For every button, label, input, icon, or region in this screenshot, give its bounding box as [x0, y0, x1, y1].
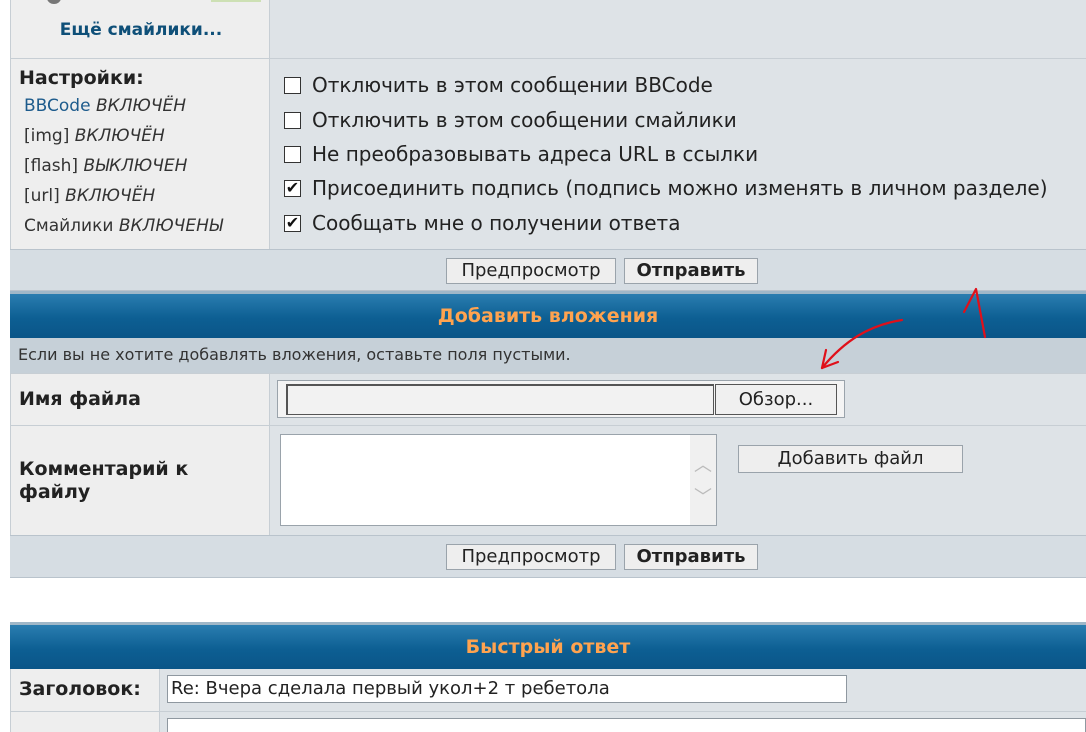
settings-flash: [flash] ВЫКЛЮЧЕН: [24, 156, 187, 176]
option-label: Сообщать мне о получении ответа: [312, 211, 681, 235]
filename-input-cell: Обзор...: [270, 373, 1086, 425]
chevron-down-icon[interactable]: ﹀: [690, 483, 716, 509]
subject-input-cell: Re: Вчера сделала первый укол+2 т ребето…: [160, 669, 1086, 711]
option-disable-bbcode[interactable]: Отключить в этом сообщении BBCode: [284, 73, 713, 97]
submit-button[interactable]: Отправить: [624, 544, 758, 570]
options-cell: Отключить в этом сообщении BBCode Отключ…: [270, 59, 1086, 249]
settings-title: Настройки:: [19, 67, 144, 89]
check-icon: ✔: [285, 178, 300, 197]
option-attach-signature[interactable]: ✔ Присоединить подпись (подпись можно из…: [284, 176, 1048, 200]
option-disable-smilies[interactable]: Отключить в этом сообщении смайлики: [284, 108, 737, 132]
bbcode-link[interactable]: BBCode: [24, 96, 91, 116]
submit-row: Предпросмотр Отправить: [10, 249, 1086, 291]
checkbox-disable-smilies[interactable]: [284, 111, 301, 129]
add-file-button[interactable]: Добавить файл: [738, 445, 963, 473]
settings-cell: Настройки: BBCode ВКЛЮЧЁН [img] ВКЛЮЧЁН …: [10, 59, 270, 249]
option-disable-urls[interactable]: Не преобразовывать адреса URL в ссылки: [284, 142, 758, 166]
chevron-up-icon[interactable]: ︿: [690, 451, 716, 477]
message-textarea[interactable]: [167, 718, 1086, 732]
option-label: Отключить в этом сообщении BBCode: [312, 73, 713, 97]
smiley-icon: [47, 0, 61, 4]
flash-name: [flash]: [24, 156, 79, 176]
check-icon: ✔: [285, 213, 300, 232]
subject-label-cell: Заголовок:: [10, 669, 160, 711]
browse-button[interactable]: Обзор...: [715, 384, 837, 415]
smilies-name: Смайлики: [24, 216, 114, 236]
more-smilies-link[interactable]: Ещё смайлики...: [11, 20, 271, 40]
img-state: ВКЛЮЧЁН: [74, 126, 165, 146]
settings-url: [url] ВКЛЮЧЁН: [24, 186, 155, 206]
message-input-cell: [160, 712, 1086, 732]
quick-reply-header: Быстрый ответ: [10, 622, 1086, 669]
option-notify-reply[interactable]: ✔ Сообщать мне о получении ответа: [284, 211, 680, 235]
file-input-frame: Обзор...: [277, 380, 845, 418]
comment-label-cell: Комментарий к файлу: [10, 425, 270, 535]
smilies-right-cell: [270, 0, 1086, 58]
checkbox-notify-reply[interactable]: ✔: [284, 213, 301, 232]
settings-smilies: Смайлики ВКЛЮЧЕНЫ: [24, 216, 223, 236]
checkbox-disable-bbcode[interactable]: [284, 76, 301, 94]
url-name: [url]: [24, 186, 60, 206]
file-path-input[interactable]: [286, 384, 714, 415]
subject-input[interactable]: Re: Вчера сделала первый укол+2 т ребето…: [167, 675, 847, 703]
flash-state: ВЫКЛЮЧЕН: [83, 156, 188, 176]
bbcode-state: ВКЛЮЧЁН: [95, 96, 187, 116]
option-label: Отключить в этом сообщении смайлики: [312, 108, 737, 132]
comment-input-cell: ︿ ﹀ Добавить файл: [270, 425, 1086, 535]
option-label: Присоединить подпись (подпись можно изме…: [312, 176, 1048, 200]
submit-row-2: Предпросмотр Отправить: [10, 535, 1086, 578]
preview-button[interactable]: Предпросмотр: [446, 258, 616, 284]
smilies-state: ВКЛЮЧЕНЫ: [118, 216, 223, 236]
url-state: ВКЛЮЧЁН: [65, 186, 156, 206]
message-label-cell: [10, 712, 160, 732]
settings-bbcode: BBCode ВКЛЮЧЁН: [24, 96, 186, 116]
subject-label: Заголовок:: [19, 678, 141, 700]
submit-button[interactable]: Отправить: [624, 258, 758, 284]
checkbox-attach-signature[interactable]: ✔: [284, 178, 301, 197]
comment-textarea[interactable]: ︿ ﹀: [280, 434, 717, 526]
img-name: [img]: [24, 126, 70, 146]
option-label: Не преобразовывать адреса URL в ссылки: [312, 142, 759, 166]
preview-button[interactable]: Предпросмотр: [446, 544, 616, 570]
filename-label-cell: Имя файла: [10, 373, 270, 425]
attachments-note: Если вы не хотите добавлять вложения, ос…: [10, 338, 1086, 373]
comment-label: Комментарий к файлу: [19, 458, 189, 503]
settings-img: [img] ВКЛЮЧЁН: [24, 126, 165, 146]
filename-label: Имя файла: [19, 388, 141, 410]
smiley-icon: [211, 0, 261, 2]
textarea-scrollbar[interactable]: ︿ ﹀: [690, 435, 716, 525]
smilies-cell: Ещё смайлики...: [10, 0, 270, 58]
attachments-header: Добавить вложения: [10, 291, 1086, 338]
checkbox-disable-urls[interactable]: [284, 145, 301, 163]
